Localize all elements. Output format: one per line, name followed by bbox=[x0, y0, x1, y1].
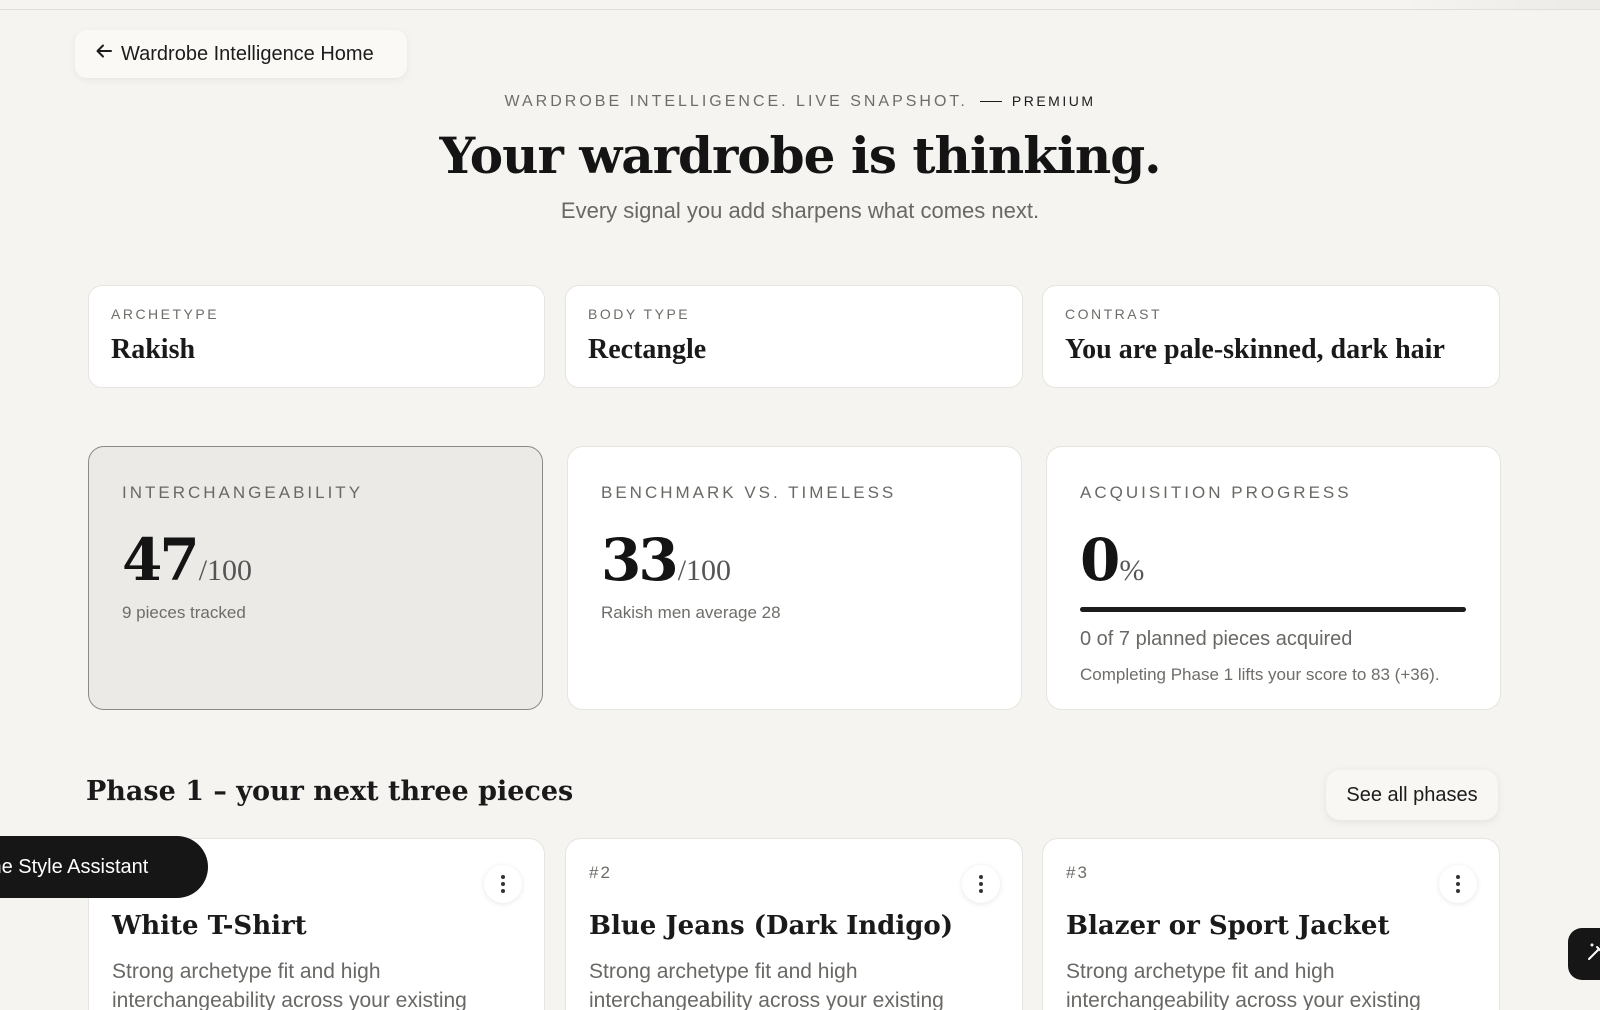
piece-name: Blue Jeans (Dark Indigo) bbox=[589, 911, 954, 941]
acquisition-score: 0 % bbox=[1080, 531, 1467, 589]
interchangeability-label: INTERCHANGEABILITY bbox=[122, 483, 364, 502]
benchmark-value: 33 bbox=[601, 526, 679, 594]
benchmark-score: 33 /100 bbox=[601, 531, 988, 589]
piece-rank: #2 bbox=[589, 863, 612, 882]
piece-card-2[interactable]: #2 Blue Jeans (Dark Indigo) Strong arche… bbox=[565, 838, 1023, 1010]
benchmark-denominator: /100 bbox=[677, 554, 732, 587]
benchmark-card[interactable]: BENCHMARK VS. TIMELESS 33 /100 Rakish me… bbox=[567, 446, 1022, 710]
interchangeability-score: 47 /100 bbox=[122, 531, 509, 589]
archetype-card: ARCHETYPE Rakish bbox=[88, 285, 545, 388]
interchangeability-denominator: /100 bbox=[198, 554, 253, 587]
kebab-menu-icon[interactable] bbox=[1439, 865, 1477, 903]
acquisition-progress-bar bbox=[1080, 607, 1466, 612]
body-type-label: BODY TYPE bbox=[588, 306, 691, 322]
eyebrow-text: WARDROBE INTELLIGENCE. LIVE SNAPSHOT. bbox=[504, 93, 968, 110]
acquisition-label: ACQUISITION PROGRESS bbox=[1080, 483, 1352, 502]
archetype-value: Rakish bbox=[111, 334, 196, 365]
kebab-menu-icon[interactable] bbox=[962, 865, 1000, 903]
back-home-button[interactable]: Wardrobe Intelligence Home bbox=[75, 30, 407, 78]
phase-title: Phase 1 – your next three pieces bbox=[86, 776, 574, 807]
acquisition-progress-text: 0 of 7 planned pieces acquired bbox=[1080, 628, 1353, 650]
magic-wand-icon bbox=[1586, 942, 1600, 967]
acquisition-value: 0 bbox=[1080, 526, 1120, 594]
premium-badge: PREMIUM bbox=[1011, 93, 1096, 109]
page-subtitle: Every signal you add sharpens what comes… bbox=[560, 198, 1040, 223]
interchangeability-value: 47 bbox=[122, 526, 200, 594]
style-assistant-label: Ask the Style Assistant bbox=[0, 855, 149, 878]
piece-rank: #3 bbox=[1066, 863, 1089, 882]
piece-description: Strong archetype fit and high interchang… bbox=[1066, 960, 1421, 1010]
piece-name: Blazer or Sport Jacket bbox=[1066, 911, 1390, 941]
archetype-label: ARCHETYPE bbox=[111, 306, 220, 322]
hero-eyebrow: WARDROBE INTELLIGENCE. LIVE SNAPSHOT. PRE… bbox=[0, 93, 1600, 111]
benchmark-label: BENCHMARK VS. TIMELESS bbox=[601, 483, 897, 502]
contrast-label: CONTRAST bbox=[1065, 306, 1162, 322]
acquisition-sub-note: Completing Phase 1 lifts your score to 8… bbox=[1080, 665, 1440, 684]
top-shadow bbox=[1400, 0, 1600, 9]
body-type-card: BODY TYPE Rectangle bbox=[565, 285, 1023, 388]
body-type-value: Rectangle bbox=[588, 334, 707, 365]
kebab-menu-icon[interactable] bbox=[484, 865, 522, 903]
interchangeability-card[interactable]: INTERCHANGEABILITY 47 /100 9 pieces trac… bbox=[88, 446, 543, 710]
piece-description: Strong archetype fit and high interchang… bbox=[112, 960, 467, 1010]
piece-name: White T-Shirt bbox=[112, 911, 307, 941]
back-home-label: Wardrobe Intelligence Home bbox=[121, 42, 374, 65]
acquisition-card[interactable]: ACQUISITION PROGRESS 0 % 0 of 7 planned … bbox=[1046, 446, 1501, 710]
acquisition-unit: % bbox=[1119, 554, 1145, 587]
magic-wand-button[interactable] bbox=[1568, 928, 1600, 980]
arrow-left-icon bbox=[95, 42, 113, 66]
top-divider bbox=[0, 9, 1600, 10]
piece-description: Strong archetype fit and high interchang… bbox=[589, 960, 944, 1010]
eyebrow-dash bbox=[979, 101, 1002, 103]
page-title: Your wardrobe is thinking. bbox=[439, 126, 1161, 185]
interchangeability-note: 9 pieces tracked bbox=[122, 603, 246, 622]
contrast-card: CONTRAST You are pale-skinned, dark hair bbox=[1042, 285, 1500, 388]
see-all-phases-button[interactable]: See all phases bbox=[1326, 770, 1498, 820]
contrast-value: You are pale-skinned, dark hair bbox=[1065, 334, 1445, 365]
piece-card-3[interactable]: #3 Blazer or Sport Jacket Strong archety… bbox=[1042, 838, 1500, 1010]
style-assistant-button[interactable]: Ask the Style Assistant bbox=[0, 836, 208, 898]
benchmark-note: Rakish men average 28 bbox=[601, 603, 781, 622]
